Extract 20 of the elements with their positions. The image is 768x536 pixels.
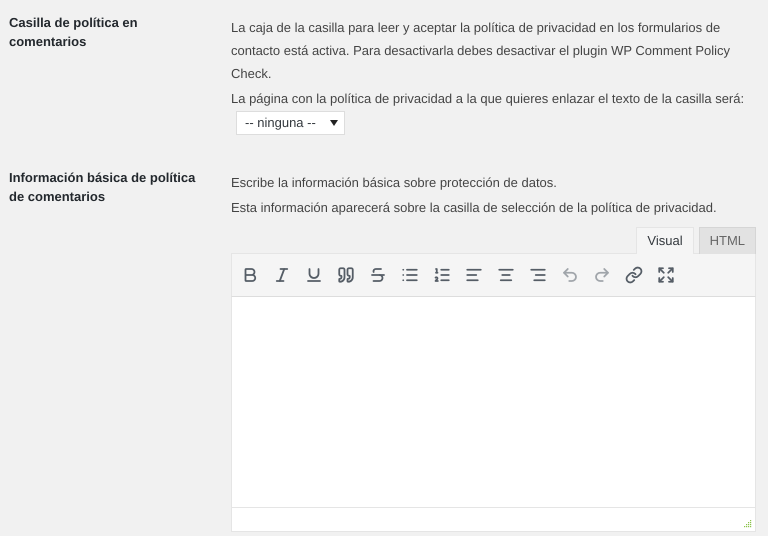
resize-handle-icon[interactable] [743,518,752,528]
description-text: La caja de la casilla para leer y aceptar la política de privacidad en los formularios de contacto está activa. Para desactivarla debes desactivar el plugin WP Comment Policy Check. [231,19,732,83]
editor-tab[interactable]: HTML [698,226,756,254]
description-text: Esta información aparecerá sobre la casilla de selección de la política de privacidad. [231,198,718,217]
numbered-list-icon [433,266,451,284]
description-text: Escribe la información básica sobre protección de datos. [231,174,558,192]
editor-tab[interactable]: Visual [636,226,694,254]
caret-icon [330,120,338,126]
fullscreen-icon [657,266,675,284]
redo-icon [593,266,611,284]
setting-label: Casilla de política en comentarios [9,14,139,51]
italic-icon [273,266,291,284]
page-select[interactable]: -- ninguna -- [236,110,345,135]
select-label: La página con la política de privacidad a la que quieres enlazar el texto de la casilla será: [231,91,744,106]
strikethrough-icon [369,266,387,284]
undo-icon [561,266,579,284]
quote-icon [337,266,355,284]
setting-label: Información básica de política de comentarios [9,168,196,206]
link-icon [625,266,643,284]
underline-icon [305,266,323,284]
